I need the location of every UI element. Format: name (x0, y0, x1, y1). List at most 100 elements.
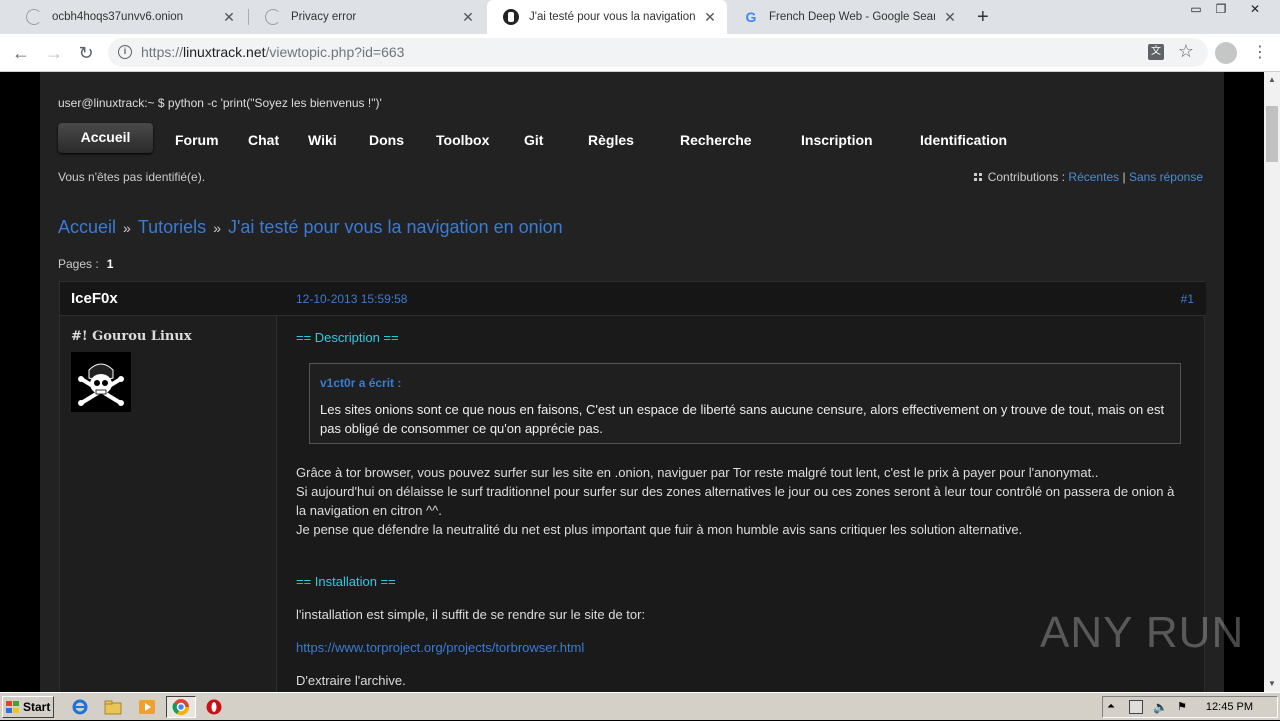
nav-dons[interactable]: Dons (369, 132, 404, 148)
shell-prompt: user@linuxtrack:~ $ python -c 'print("So… (58, 96, 382, 110)
system-tray: ⏶ 🔈 ⚑ 12:45 PM (1102, 696, 1278, 718)
nav-chat[interactable]: Chat (248, 132, 279, 148)
paragraph-line: Grâce à tor browser, vous pouvez surfer … (296, 465, 1099, 480)
media-player-icon[interactable] (138, 698, 156, 716)
paragraph-line: Si aujourd'hui on délaisse le surf tradi… (296, 484, 1175, 518)
skull-crossbones-avatar-icon (71, 352, 131, 412)
contributions-bar: Contributions : Récentes | Sans réponse (973, 170, 1203, 184)
taskbar-clock[interactable]: 12:45 PM (1206, 701, 1253, 713)
login-status: Vous n'êtes pas identifié(e). (58, 170, 206, 184)
post-header: IceF0x 12-10-2013 15:59:58 #1 (60, 282, 1206, 316)
contributions-label: Contributions : (987, 170, 1066, 184)
nav-home-button[interactable]: Accueil (58, 123, 153, 153)
nav-regles[interactable]: Règles (588, 132, 634, 148)
breadcrumb-section[interactable]: Tutoriels (138, 217, 206, 237)
kebab-menu-icon[interactable]: ⋮ (1252, 42, 1268, 62)
no-reply-link[interactable]: Sans réponse (1129, 170, 1203, 184)
quote-box: v1ct0r a écrit : Les sites onions sont c… (309, 363, 1181, 444)
nav-inscription[interactable]: Inscription (801, 132, 873, 148)
forward-arrow-icon[interactable]: → (43, 42, 65, 64)
address-bar[interactable]: i https://linuxtrack.net/viewtopic.php?i… (108, 38, 1208, 67)
post-number[interactable]: #1 (1181, 292, 1194, 306)
close-tab-icon[interactable]: ✕ (943, 9, 957, 26)
tab-title: J'ai testé pour vous la navigation en (529, 11, 695, 23)
minimize-icon[interactable]: ▭ (1186, 2, 1206, 18)
scroll-thumb[interactable] (1266, 106, 1278, 162)
nav-recherche[interactable]: Recherche (680, 132, 752, 148)
tray-expand-arrow-icon[interactable]: ⏶ (1107, 700, 1121, 714)
loading-spinner-icon (265, 9, 281, 25)
flag-notification-icon[interactable]: ⚑ (1177, 700, 1191, 714)
tab-active-linuxtrack[interactable]: J'ai testé pour vous la navigation en ✕ (487, 0, 727, 34)
tab-title: ocbh4hoqs37unvv6.onion (52, 11, 184, 23)
url-text[interactable]: https://linuxtrack.net/viewtopic.php?id=… (141, 44, 404, 60)
tab-strip: ocbh4hoqs37unvv6.onion ✕ Privacy error ✕… (0, 0, 1280, 34)
start-button[interactable]: Start (2, 696, 54, 718)
separator: | (1122, 170, 1126, 184)
restore-icon[interactable]: ❐ (1211, 2, 1231, 18)
nav-identification[interactable]: Identification (920, 132, 1007, 148)
extract-text: D'extraire l'archive. (296, 673, 406, 688)
profile-avatar[interactable] (1215, 42, 1237, 64)
loading-spinner-icon (26, 9, 42, 25)
installation-header: == Installation == (296, 574, 396, 589)
network-icon[interactable] (1129, 700, 1143, 714)
tab-title: French Deep Web - Google Search (769, 11, 935, 23)
pages-label: Pages : (58, 257, 99, 271)
close-tab-icon[interactable]: ✕ (461, 9, 475, 26)
breadcrumb-sep: » (213, 220, 221, 236)
windows-flag-icon (6, 701, 19, 713)
breadcrumb-home[interactable]: Accueil (58, 217, 116, 237)
pagination: Pages : 1 (58, 257, 113, 271)
scroll-up-arrow-icon[interactable]: ▲ (1264, 72, 1280, 88)
tab-google-search[interactable]: G French Deep Web - Google Search ✕ (727, 0, 967, 34)
site-info-icon[interactable]: i (118, 45, 132, 59)
bookmark-star-icon[interactable]: ☆ (1178, 41, 1194, 62)
paragraph: Grâce à tor browser, vous pouvez surfer … (296, 463, 1186, 539)
google-g-icon: G (745, 9, 757, 25)
quote-author: v1ct0r a écrit : (320, 376, 402, 390)
nav-forum[interactable]: Forum (175, 132, 219, 148)
scroll-down-arrow-icon[interactable]: ▼ (1264, 676, 1280, 692)
translate-icon[interactable]: 文 (1148, 44, 1164, 60)
tab-privacy-error[interactable]: Privacy error ✕ (249, 0, 485, 34)
new-tab-icon[interactable]: + (977, 7, 989, 27)
start-label: Start (23, 700, 51, 714)
back-arrow-icon[interactable]: ← (10, 42, 32, 64)
post-author[interactable]: IceF0x (71, 290, 118, 307)
description-header: == Description == (296, 330, 399, 345)
opera-icon[interactable] (205, 698, 223, 716)
post-date[interactable]: 12-10-2013 15:59:58 (296, 292, 407, 306)
nav-wiki[interactable]: Wiki (308, 132, 337, 148)
chrome-taskbar-button[interactable] (166, 696, 196, 718)
forum-post: IceF0x 12-10-2013 15:59:58 #1 #! Gourou … (59, 281, 1206, 692)
page-viewport: user@linuxtrack:~ $ python -c 'print("So… (0, 72, 1264, 692)
close-window-icon[interactable]: ✕ (1245, 2, 1265, 18)
tab-title: Privacy error (291, 11, 357, 23)
close-tab-icon[interactable]: ✕ (222, 9, 236, 26)
paragraph-line: Je pense que défendre la neutralité du n… (296, 522, 1023, 537)
nav-toolbox[interactable]: Toolbox (436, 132, 489, 148)
browser-toolbar: ← → ↻ i https://linuxtrack.net/viewtopic… (0, 34, 1280, 72)
taskbar: Start ⏶ 🔈 ⚑ 12:45 PM (0, 692, 1280, 720)
chrome-icon (172, 699, 190, 716)
breadcrumb-sep: » (123, 220, 131, 236)
grid-icon (973, 173, 982, 181)
breadcrumb-topic[interactable]: J'ai testé pour vous la navigation en on… (228, 217, 563, 237)
quote-text: Les sites onions sont ce que nous en fai… (320, 402, 1165, 436)
volume-icon[interactable]: 🔈 (1153, 700, 1168, 714)
site-favicon-icon (503, 9, 519, 25)
anyrun-watermark: ANY RUN (1040, 608, 1245, 657)
author-profile: #! Gourou Linux (60, 316, 277, 692)
tab-onion[interactable]: ocbh4hoqs37unvv6.onion ✕ (10, 0, 246, 34)
breadcrumb: Accueil » Tutoriels » J'ai testé pour vous l… (58, 217, 563, 238)
reload-icon[interactable]: ↻ (75, 42, 97, 64)
nav-git[interactable]: Git (524, 132, 543, 148)
page-current: 1 (106, 257, 114, 271)
folder-icon[interactable] (104, 698, 122, 716)
recent-link[interactable]: Récentes (1068, 170, 1119, 184)
vertical-scrollbar[interactable]: ▲ ▼ (1264, 72, 1280, 692)
close-tab-icon[interactable]: ✕ (703, 9, 717, 26)
internet-explorer-icon[interactable] (71, 698, 89, 716)
author-rank: #! Gourou Linux (71, 329, 192, 344)
